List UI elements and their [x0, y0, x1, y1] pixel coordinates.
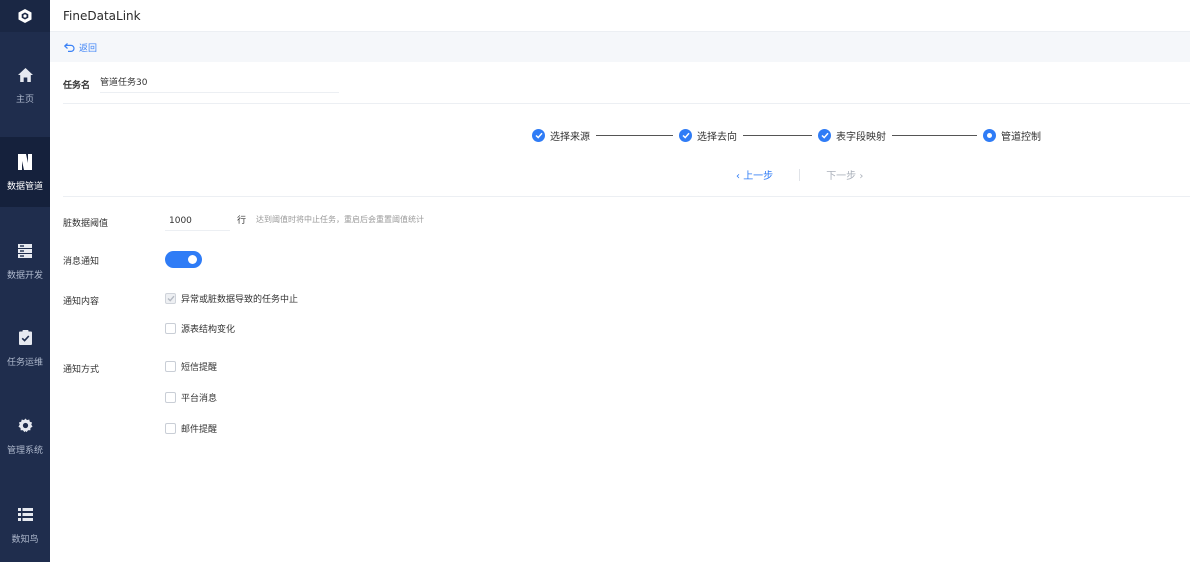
checkbox-label: 短信提醒 — [181, 363, 218, 373]
checkbox-checked-disabled — [165, 293, 176, 304]
divider — [63, 103, 1190, 104]
back-bar: 返回 — [50, 32, 1190, 62]
prev-step-button[interactable]: ‹ 上一步 — [736, 167, 773, 182]
back-link[interactable]: 返回 — [64, 41, 97, 54]
data-dev-icon — [16, 242, 34, 260]
top-bar: FineDataLink — [50, 0, 1190, 32]
sidebar: 主页 数据管道 数据开发 任务运维 管理系统 数知鸟 — [0, 0, 50, 562]
sidebar-item-data-pipeline[interactable]: 数据管道 — [0, 137, 50, 207]
content-option-schema-change[interactable]: 源表结构变化 — [165, 322, 235, 335]
next-step-button[interactable]: 下一步 › — [826, 167, 863, 182]
step-nav: ‹ 上一步 下一步 › — [736, 167, 863, 182]
threshold-label: 脏数据阈值 — [63, 219, 109, 229]
list-icon — [16, 506, 34, 524]
step-label: 选择来源 — [550, 131, 590, 143]
checkbox — [165, 323, 176, 334]
notify-label: 消息通知 — [63, 257, 100, 267]
divider — [799, 168, 801, 181]
threshold-hint: 达到阈值时将中止任务，重启后会重置阈值统计 — [256, 215, 424, 224]
pipeline-icon — [16, 153, 34, 171]
step-connector — [743, 134, 812, 136]
back-label: 返回 — [79, 43, 98, 54]
sidebar-item-label: 数据开发 — [6, 270, 43, 281]
notify-toggle[interactable] — [165, 251, 202, 268]
content-option-abort[interactable]: 异常或脏数据导致的任务中止 — [165, 292, 298, 305]
chevron-right-icon: › — [859, 171, 864, 182]
task-name-input[interactable]: 管道任务30 — [100, 75, 340, 93]
checkbox — [165, 423, 176, 434]
logo-icon — [18, 9, 32, 23]
home-icon — [16, 66, 34, 84]
task-name-label: 任务名 — [63, 80, 91, 91]
prev-step-label: 上一步 — [743, 171, 774, 182]
step-label: 选择去向 — [697, 131, 737, 143]
checkbox-label: 邮件提醒 — [181, 425, 218, 435]
sidebar-item-data-dev[interactable]: 数据开发 — [0, 226, 50, 296]
sidebar-item-management[interactable]: 管理系统 — [0, 401, 50, 471]
sidebar-item-label: 主页 — [15, 94, 34, 105]
checkbox-label: 平台消息 — [181, 394, 218, 404]
gear-icon — [16, 417, 34, 435]
step-label: 表字段映射 — [836, 131, 886, 143]
current-step-icon — [983, 128, 996, 142]
notify-method-label: 通知方式 — [63, 365, 100, 375]
undo-arrow-icon — [64, 42, 75, 52]
next-step-label: 下一步 — [826, 171, 857, 182]
divider — [63, 196, 1190, 197]
task-name-row: 任务名 管道任务30 — [63, 75, 340, 93]
logo[interactable] — [0, 0, 50, 32]
checkbox-label: 异常或脏数据导致的任务中止 — [181, 295, 299, 305]
check-circle-icon — [818, 128, 831, 142]
step-progress: 选择来源 选择去向 表字段映射 管道控制 — [532, 126, 1041, 144]
notify-content-label: 通知内容 — [63, 297, 100, 307]
sidebar-item-shuzhiniao[interactable]: 数知鸟 — [0, 490, 50, 560]
sidebar-item-label: 管理系统 — [6, 445, 43, 456]
checkbox-label: 源表结构变化 — [181, 325, 236, 335]
step-connector — [596, 134, 673, 136]
toggle-knob — [188, 255, 197, 264]
threshold-input[interactable] — [165, 211, 230, 231]
sidebar-item-home[interactable]: 主页 — [0, 50, 50, 120]
sidebar-item-label: 数知鸟 — [11, 534, 39, 545]
step-select-target[interactable]: 选择去向 — [679, 128, 737, 143]
check-circle-icon — [532, 128, 545, 142]
step-select-source[interactable]: 选择来源 — [532, 128, 590, 143]
step-label: 管道控制 — [1001, 131, 1041, 143]
step-field-mapping[interactable]: 表字段映射 — [818, 128, 886, 143]
sidebar-item-label: 数据管道 — [6, 181, 43, 192]
method-option-email[interactable]: 邮件提醒 — [165, 422, 217, 435]
sidebar-item-label: 任务运维 — [6, 357, 43, 368]
app-title: FineDataLink — [63, 8, 141, 23]
step-connector — [892, 134, 977, 136]
method-option-platform[interactable]: 平台消息 — [165, 391, 217, 404]
step-pipeline-control[interactable]: 管道控制 — [983, 128, 1041, 143]
clipboard-check-icon — [16, 329, 34, 347]
method-option-sms[interactable]: 短信提醒 — [165, 360, 217, 373]
check-circle-icon — [679, 128, 692, 142]
threshold-unit: 行 — [237, 216, 247, 226]
checkbox — [165, 361, 176, 372]
sidebar-item-task-ops[interactable]: 任务运维 — [0, 313, 50, 383]
chevron-left-icon: ‹ — [736, 171, 740, 182]
checkbox — [165, 392, 176, 403]
